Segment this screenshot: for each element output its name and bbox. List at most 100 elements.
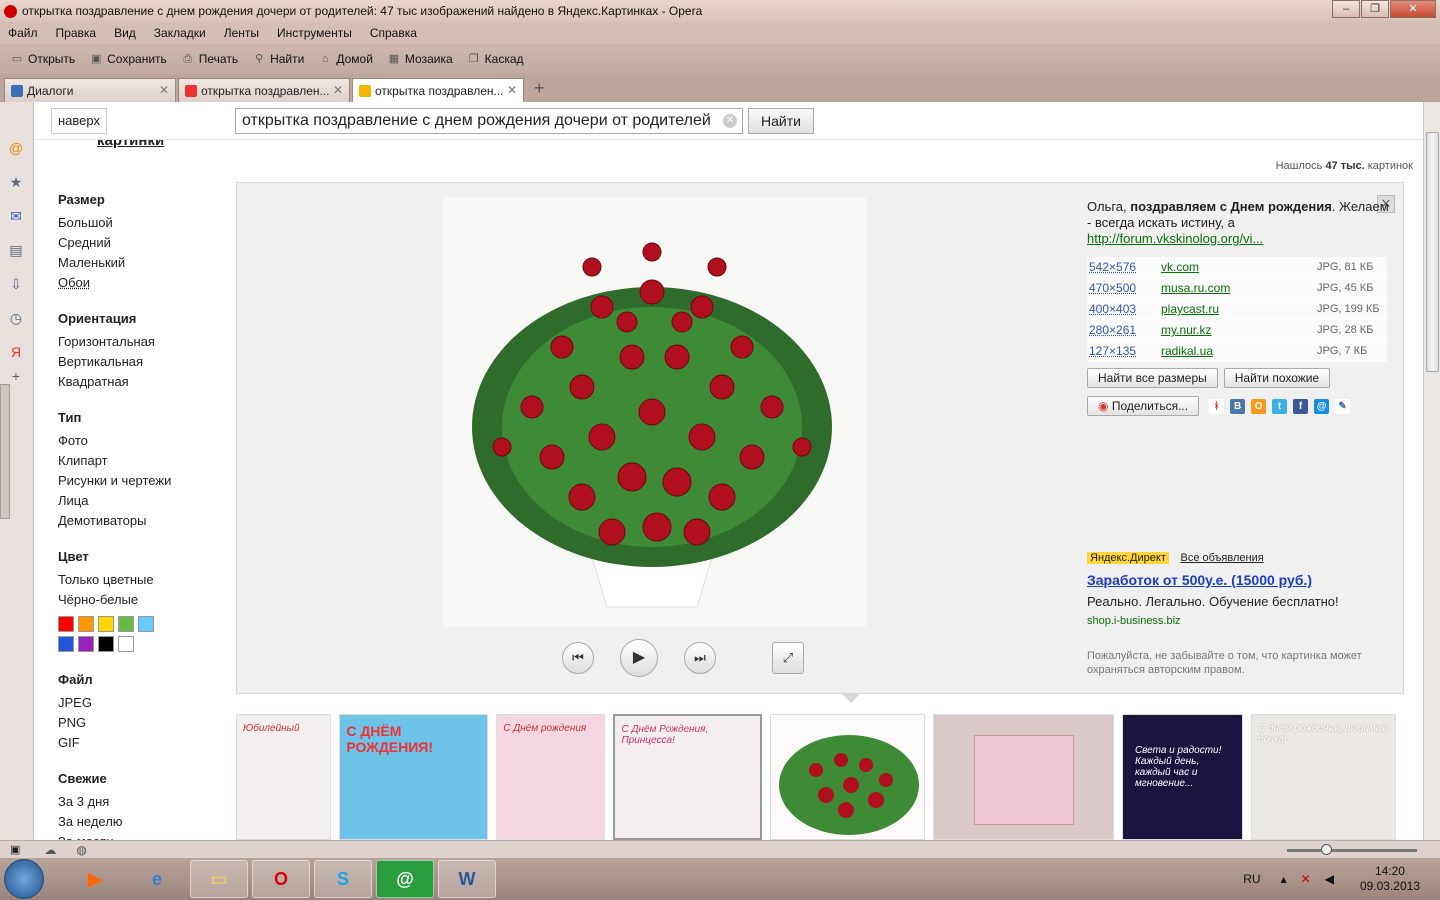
table-row[interactable]: 400×403 playcast.ru JPG, 199 КБ: [1087, 298, 1387, 320]
minimize-button[interactable]: –: [1332, 0, 1360, 18]
filter-fresh-week[interactable]: За неделю: [58, 812, 238, 832]
swatch-white[interactable]: [118, 636, 134, 652]
print-button[interactable]: ⎙ Печать: [181, 52, 238, 66]
play-slideshow-button[interactable]: ▶: [620, 639, 658, 677]
caption-source-link[interactable]: http://forum.vkskinolog.org/vi...: [1087, 231, 1263, 246]
table-row[interactable]: 470×500 musa.ru.com JPG, 45 КБ: [1087, 277, 1387, 299]
mail-at-icon[interactable]: @: [8, 140, 24, 156]
network-icon[interactable]: ✕: [1301, 872, 1311, 886]
thumbnail-7[interactable]: Света и радости! Каждый день, каждый час…: [1121, 714, 1244, 840]
swatch-cyan[interactable]: [138, 616, 154, 632]
yaru-share-icon[interactable]: ᚼ: [1209, 398, 1225, 414]
mailru-share-icon[interactable]: @: [1314, 398, 1330, 414]
next-image-button[interactable]: ⏭: [684, 642, 716, 674]
share-button[interactable]: ◉ Поделиться...: [1087, 396, 1200, 416]
tab-search-1[interactable]: открытка поздравлен... ✕: [178, 78, 350, 102]
odnoklassniki-share-icon[interactable]: O: [1251, 398, 1267, 414]
livejournal-share-icon[interactable]: ✎: [1335, 398, 1351, 414]
clock[interactable]: 14:20 09.03.2013: [1360, 864, 1420, 894]
language-indicator[interactable]: RU: [1243, 872, 1260, 886]
panel-resize-handle[interactable]: [0, 384, 10, 519]
table-row[interactable]: 542×576 vk.com JPG, 81 КБ: [1087, 257, 1387, 278]
tray-arrow-icon[interactable]: ▴: [1281, 872, 1287, 886]
zoom-slider-knob[interactable]: [1321, 844, 1332, 855]
thumbnail-5-roses[interactable]: [770, 714, 926, 840]
all-ads-link[interactable]: Все объявления: [1180, 552, 1263, 564]
clear-search-icon[interactable]: ✕: [723, 114, 737, 128]
taskbar-ie-icon[interactable]: e: [128, 860, 186, 898]
thumbnail-4[interactable]: С Днём Рождения, Принцесса!: [613, 714, 763, 840]
filter-type-faces[interactable]: Лица: [58, 491, 238, 511]
opera-unite-icon[interactable]: ☁: [44, 843, 56, 857]
thumbnail-6[interactable]: [933, 714, 1114, 840]
new-tab-button[interactable]: +: [534, 78, 545, 99]
filter-type-drawings[interactable]: Рисунки и чертежи: [58, 471, 238, 491]
table-row[interactable]: 280×261 my.nur.kz JPG, 28 КБ: [1087, 319, 1387, 341]
swatch-red[interactable]: [58, 616, 74, 632]
table-row[interactable]: 127×135 radikal.ua JPG, 7 КБ: [1087, 340, 1387, 362]
mail-icon[interactable]: ✉: [8, 208, 24, 224]
menu-tools[interactable]: Инструменты: [277, 26, 352, 40]
swatch-green[interactable]: [118, 616, 134, 632]
swatch-orange[interactable]: [78, 616, 94, 632]
maximize-button[interactable]: ❐: [1361, 0, 1389, 18]
taskbar-explorer-icon[interactable]: ▭: [190, 860, 248, 898]
taskbar-icq-agent-icon[interactable]: @: [376, 860, 434, 898]
notes-icon[interactable]: ▤: [8, 242, 24, 258]
filter-type-clipart[interactable]: Клипарт: [58, 451, 238, 471]
filter-fresh-3days[interactable]: За 3 дня: [58, 792, 238, 812]
taskbar-media-player-icon[interactable]: ▶: [66, 860, 124, 898]
home-button[interactable]: ⌂ Домой: [318, 52, 373, 66]
menu-edit[interactable]: Правка: [56, 26, 97, 40]
close-window-button[interactable]: ✕: [1390, 0, 1436, 18]
page-scrollbar[interactable]: [1423, 102, 1440, 840]
previous-image-button[interactable]: ⏮: [562, 642, 594, 674]
tile-button[interactable]: ▦ Мозаика: [387, 52, 453, 66]
filter-orient-vertical[interactable]: Вертикальная: [58, 352, 238, 372]
filter-color-only[interactable]: Только цветные: [58, 570, 238, 590]
scroll-top-button[interactable]: наверх: [51, 108, 107, 134]
find-button[interactable]: ⚲ Найти: [252, 52, 304, 66]
main-image-roses[interactable]: [442, 197, 866, 627]
menu-view[interactable]: Вид: [114, 26, 136, 40]
add-panel-icon[interactable]: +: [8, 368, 24, 384]
history-clock-icon[interactable]: ◷: [8, 310, 24, 326]
taskbar-skype-icon[interactable]: S: [314, 860, 372, 898]
menu-file[interactable]: Файл: [8, 26, 38, 40]
filter-color-bw[interactable]: Чёрно-белые: [58, 590, 238, 610]
thumbnail-2[interactable]: С ДНЁМ РОЖДЕНИЯ!: [339, 714, 489, 840]
swatch-yellow[interactable]: [98, 616, 114, 632]
menu-bookmarks[interactable]: Закладки: [154, 26, 206, 40]
start-button[interactable]: [4, 859, 44, 899]
swatch-purple[interactable]: [78, 636, 94, 652]
thumbnail-1[interactable]: Юбилейный: [236, 714, 332, 840]
filter-orient-horizontal[interactable]: Горизонтальная: [58, 332, 238, 352]
close-tab-icon[interactable]: ✕: [333, 83, 343, 97]
panel-toggle-icon[interactable]: ▣: [10, 843, 20, 856]
facebook-share-icon[interactable]: f: [1293, 398, 1309, 414]
save-button[interactable]: ▣ Сохранить: [89, 52, 167, 66]
cascade-button[interactable]: ❐ Каскад: [467, 52, 524, 66]
close-tab-icon[interactable]: ✕: [159, 83, 169, 97]
bookmarks-star-icon[interactable]: ★: [8, 174, 24, 190]
filter-fresh-month[interactable]: За месяц: [58, 832, 238, 840]
search-input[interactable]: открытка поздравление с днем рождения до…: [235, 108, 743, 134]
filter-size-large[interactable]: Большой: [58, 213, 238, 233]
menu-help[interactable]: Справка: [370, 26, 417, 40]
volume-icon[interactable]: ◀: [1325, 872, 1334, 886]
thumbnail-8[interactable]: С днем рожденья, любимая дочка!: [1251, 714, 1397, 840]
filter-type-demotivators[interactable]: Демотиваторы: [58, 511, 238, 531]
find-similar-button[interactable]: Найти похожие: [1223, 368, 1331, 388]
filter-file-png[interactable]: PNG: [58, 713, 238, 733]
filter-file-gif[interactable]: GIF: [58, 733, 238, 753]
close-tab-icon[interactable]: ✕: [507, 83, 517, 97]
fullscreen-expand-button[interactable]: ⤢: [772, 642, 804, 674]
filter-file-jpeg[interactable]: JPEG: [58, 693, 238, 713]
zoom-slider[interactable]: [1287, 849, 1417, 852]
filter-size-small[interactable]: Маленький: [58, 253, 238, 273]
taskbar-word-icon[interactable]: W: [438, 860, 496, 898]
find-all-sizes-button[interactable]: Найти все размеры: [1087, 368, 1218, 388]
open-button[interactable]: ▭ Открыть: [10, 52, 75, 66]
swatch-blue[interactable]: [58, 636, 74, 652]
direct-label[interactable]: Яндекс.Директ: [1087, 552, 1169, 564]
